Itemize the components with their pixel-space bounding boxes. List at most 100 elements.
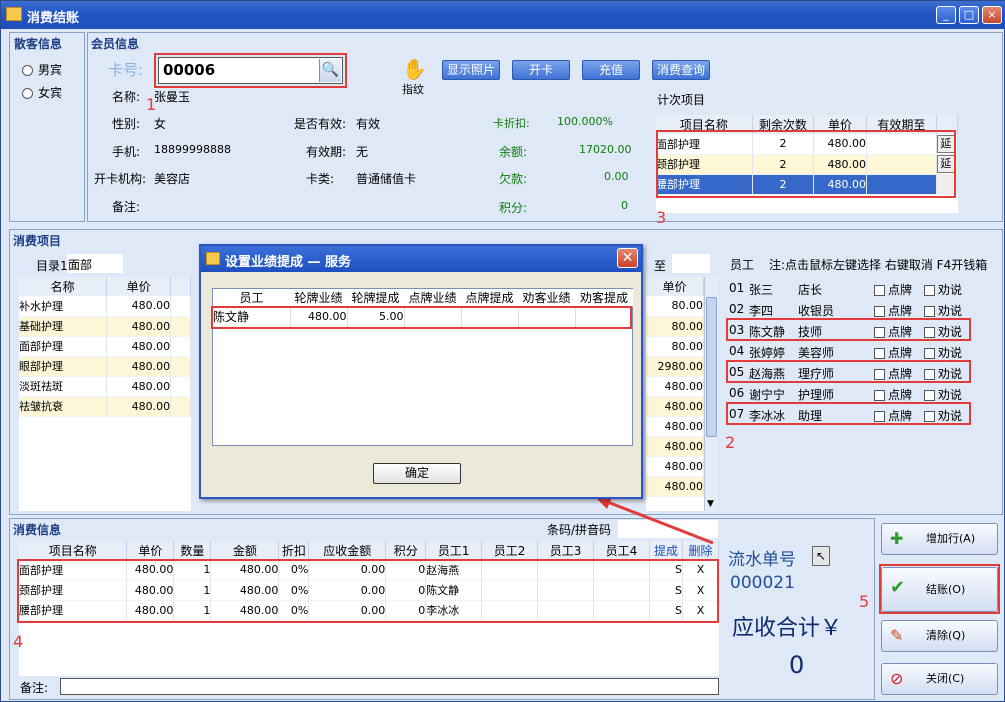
- highlight-counted-items: [656, 130, 956, 198]
- dialog-title: 设置业绩提成 — 服务: [225, 255, 352, 270]
- owed-label: 欠款:: [499, 172, 528, 186]
- highlight-checkout: [879, 564, 1000, 614]
- dialog-header-persuade-perf: 劝客业绩: [518, 289, 575, 307]
- male-radio[interactable]: 男宾: [22, 61, 62, 78]
- discount-value: 100.000%: [557, 115, 613, 128]
- guest-section-title: 散客信息: [14, 37, 63, 51]
- items-table: 名称 单价 补水护理 480.00 基础护理 480.00 面部护理 480.00 眼…: [19, 277, 191, 511]
- owed-value: 0.00: [604, 170, 629, 183]
- dialog-app-icon: [206, 252, 220, 265]
- add-row-button[interactable]: ✚ 增加行(A): [881, 523, 998, 555]
- highlight-consume-rows: [17, 559, 719, 623]
- items-section-title: 消费项目: [13, 234, 62, 248]
- highlight-employee-03: [726, 318, 971, 341]
- list-item[interactable]: 面部护理 480.00: [19, 336, 191, 357]
- commission-dialog: 设置业绩提成 — 服务 ✕ 员工 轮牌业绩 轮牌提成 点牌业绩 点牌提成 劝客业…: [199, 244, 643, 499]
- open-card-button[interactable]: 开卡: [512, 60, 570, 80]
- dialog-header-rotate-perf: 轮牌业绩: [290, 289, 347, 307]
- list-item[interactable]: 补水护理 480.00: [19, 296, 191, 317]
- title-bar[interactable]: 消费结账 _ □ ×: [1, 1, 1005, 29]
- employee-row-01[interactable]: 01 张三 店长 点牌 劝说: [728, 278, 972, 298]
- checkout-window: 消费结账 _ □ × 散客信息 男宾 女宾 会员信息 卡号: 00006 🔍 1…: [0, 0, 1005, 702]
- female-radio[interactable]: 女宾: [22, 84, 62, 101]
- list-item[interactable]: 480.00: [646, 436, 704, 457]
- consume-query-button[interactable]: 消费查询: [652, 60, 710, 80]
- balance-label: 余额:: [499, 145, 528, 159]
- clear-button[interactable]: ✎ 清除(Q): [881, 620, 998, 652]
- recharge-button[interactable]: 充值: [582, 60, 640, 80]
- consume-header-emp2: 员工2: [481, 541, 539, 560]
- marker-4: 4: [13, 632, 24, 651]
- employee-row-04[interactable]: 04 张婷婷 美容师 点牌 劝说: [728, 341, 972, 361]
- scrollbar[interactable]: ▼: [704, 277, 718, 511]
- dialog-close-icon[interactable]: ✕: [617, 248, 638, 268]
- consume-header-discount: 折扣: [278, 541, 310, 560]
- marker-3: 3: [656, 208, 667, 227]
- serial-value: 000021: [730, 573, 795, 593]
- close-button[interactable]: ⊘ 关闭(C): [881, 663, 998, 695]
- eraser-icon: ✎: [890, 626, 904, 645]
- consume-header-name: 项目名称: [19, 541, 128, 560]
- dir-input[interactable]: 面部: [67, 254, 123, 273]
- highlight-dialog-row: [211, 306, 632, 329]
- gender-value: 女: [154, 117, 167, 131]
- serial-label: 流水单号: [728, 550, 796, 570]
- list-item[interactable]: 80.00: [646, 296, 704, 317]
- consume-header-amount: 金额: [210, 541, 280, 560]
- close-window-button[interactable]: ×: [982, 6, 1002, 24]
- dialog-title-bar[interactable]: 设置业绩提成 — 服务 ✕: [201, 246, 641, 272]
- dialog-header-rotate-comm: 轮牌提成: [347, 289, 404, 307]
- list-item[interactable]: 80.00: [646, 316, 704, 337]
- list-item[interactable]: 祛皱抗衰 480.00: [19, 396, 191, 417]
- cardtype-value: 普通储值卡: [356, 172, 417, 186]
- annotation-arrow: [595, 495, 714, 545]
- consume-header-qty: 数量: [173, 541, 212, 560]
- list-item[interactable]: 480.00: [646, 456, 704, 477]
- cursor-icon[interactable]: ↖: [812, 546, 830, 566]
- consume-header-emp1: 员工1: [425, 541, 483, 560]
- list-item[interactable]: 480.00: [646, 376, 704, 397]
- name-label: 名称:: [112, 90, 141, 104]
- discount-label: 卡折扣:: [493, 117, 530, 130]
- right-price-list: 单价 80.00 80.00 80.00 2980.00 480.00 480.…: [646, 277, 718, 511]
- consume-note-label: 备注:: [20, 681, 49, 695]
- fingerprint-hand-icon[interactable]: ✋: [402, 57, 427, 83]
- list-item[interactable]: 480.00: [646, 416, 704, 437]
- to-label: 至: [654, 259, 667, 273]
- app-icon: [6, 7, 22, 21]
- points-label: 积分:: [499, 201, 528, 215]
- consume-note-input[interactable]: [60, 678, 719, 695]
- to-input[interactable]: [672, 254, 710, 273]
- scrollbar-thumb[interactable]: [706, 297, 717, 437]
- points-value: 0: [621, 199, 628, 212]
- valid-value: 有效: [356, 117, 381, 131]
- window-title: 消费结账: [27, 11, 80, 26]
- employee-row-02[interactable]: 02 李四 收银员 点牌 劝说: [728, 299, 972, 319]
- marker-5: 5: [859, 592, 870, 611]
- dialog-ok-button[interactable]: 确定: [373, 463, 461, 484]
- org-label: 开卡机构:: [94, 172, 147, 186]
- consume-section-title: 消费信息: [13, 523, 62, 537]
- member-note-label: 备注:: [112, 200, 141, 214]
- employee-row-06[interactable]: 06 谢宁宁 护理师 点牌 劝说: [728, 383, 972, 403]
- list-item[interactable]: 480.00: [646, 396, 704, 417]
- dialog-header-persuade-comm: 劝客提成: [575, 289, 633, 307]
- highlight-card-input: [154, 53, 347, 88]
- dir-label: 目录1: [36, 259, 68, 273]
- minimize-button[interactable]: _: [936, 6, 956, 24]
- items-header-name: 名称: [19, 277, 108, 296]
- expiry-value: 无: [356, 145, 369, 159]
- list-item[interactable]: 基础护理 480.00: [19, 316, 191, 337]
- list-item[interactable]: 淡斑祛斑 480.00: [19, 376, 191, 397]
- maximize-button[interactable]: □: [959, 6, 979, 24]
- show-photo-button[interactable]: 显示照片: [442, 60, 500, 80]
- expiry-label: 有效期:: [306, 145, 347, 159]
- list-item[interactable]: 眼部护理 480.00: [19, 356, 191, 377]
- list-item[interactable]: 2980.00: [646, 356, 704, 377]
- name-value: 张曼玉: [154, 90, 191, 104]
- counted-items-title: 计次项目: [657, 93, 706, 107]
- dialog-header-employee: 员工: [213, 289, 290, 307]
- list-item[interactable]: 80.00: [646, 336, 704, 357]
- dialog-header-point-comm: 点牌提成: [461, 289, 518, 307]
- consume-header-due: 应收金额: [308, 541, 387, 560]
